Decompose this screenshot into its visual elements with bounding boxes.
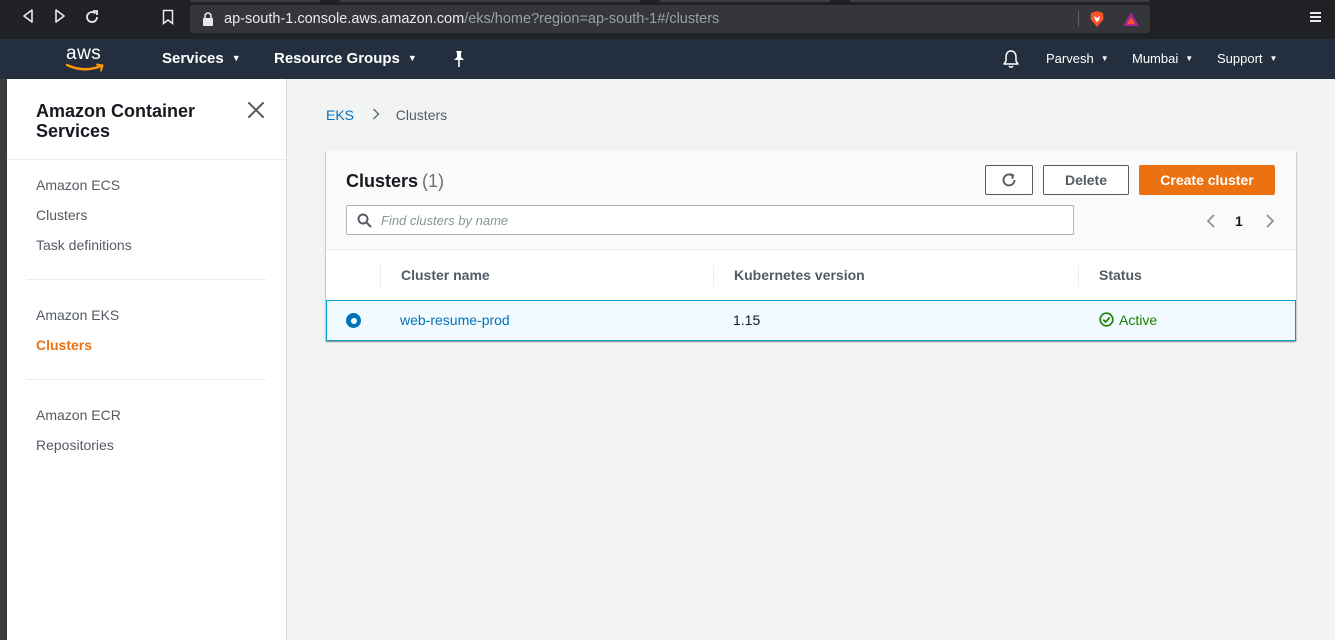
window-edge — [0, 79, 7, 640]
chevron-down-icon: ▼ — [1185, 54, 1194, 63]
support-menu[interactable]: Support ▼ — [1217, 51, 1277, 66]
page-number[interactable]: 1 — [1235, 213, 1243, 229]
side-navigation: Amazon Container Services Amazon ECS Clu… — [7, 79, 287, 640]
refresh-icon — [1002, 173, 1016, 187]
forward-icon[interactable] — [50, 9, 70, 29]
sidebar-item-ecs-clusters[interactable]: Clusters — [36, 207, 87, 223]
row-select-radio[interactable] — [346, 313, 361, 328]
panel-header: Clusters(1) Delete Create cluster 1 — [326, 151, 1296, 250]
address-bar-divider — [1078, 11, 1079, 27]
sidebar-item-task-definitions[interactable]: Task definitions — [36, 237, 132, 253]
reload-icon[interactable] — [82, 9, 102, 29]
services-menu[interactable]: Services ▼ — [162, 50, 241, 67]
refresh-button[interactable] — [985, 165, 1033, 195]
url-text: ap-south-1.console.aws.amazon.com/eks/ho… — [224, 11, 719, 27]
bell-icon[interactable] — [1002, 49, 1020, 69]
create-cluster-button[interactable]: Create cluster — [1139, 165, 1275, 195]
aws-top-navigation: aws Services ▼ Resource Groups ▼ Parvesh ▼ … — [0, 39, 1335, 79]
sidebar-item-repositories[interactable]: Repositories — [36, 437, 114, 453]
lock-icon — [203, 12, 213, 26]
pagination: 1 — [1204, 211, 1276, 231]
panel-title-text: Clusters — [346, 171, 419, 191]
column-divider — [1078, 265, 1079, 287]
chevron-down-icon: ▼ — [407, 53, 417, 63]
browser-menu-icon[interactable] — [1307, 10, 1323, 26]
status-badge: Active — [1119, 312, 1158, 328]
status-success-icon — [1099, 312, 1114, 327]
sidebar-item-eks-clusters[interactable]: Clusters — [36, 337, 92, 353]
resource-groups-menu[interactable]: Resource Groups ▼ — [274, 50, 417, 67]
panel-title: Clusters (1) — [346, 171, 444, 192]
sidebar-divider — [26, 279, 266, 280]
brave-shields-icon[interactable] — [1088, 10, 1106, 28]
aws-logo-text: aws — [66, 43, 102, 64]
sidebar-divider — [26, 379, 266, 380]
column-divider — [380, 265, 381, 287]
breadcrumb-eks[interactable]: EKS — [326, 107, 354, 123]
back-icon[interactable] — [18, 9, 38, 29]
sidebar-item-amazon-eks[interactable]: Amazon EKS — [36, 307, 119, 323]
region-menu[interactable]: Mumbai ▼ — [1132, 51, 1193, 66]
close-icon[interactable] — [247, 101, 265, 119]
account-label: Parvesh — [1046, 51, 1094, 66]
column-header-status[interactable]: Status — [1099, 251, 1142, 299]
tab-strip — [190, 0, 1150, 3]
browser-toolbar: ap-south-1.console.aws.amazon.com/eks/ho… — [0, 0, 1335, 39]
cluster-count: (1) — [422, 171, 445, 191]
breadcrumb: EKS Clusters — [326, 107, 447, 123]
search-icon — [357, 213, 372, 228]
cluster-search — [346, 205, 1074, 235]
pin-icon[interactable] — [451, 50, 467, 68]
sidebar-item-amazon-ecr[interactable]: Amazon ECR — [36, 407, 121, 423]
account-menu[interactable]: Parvesh ▼ — [1046, 51, 1109, 66]
clusters-table-panel: Clusters(1) Delete Create cluster 1 Clus… — [326, 151, 1296, 341]
aws-logo[interactable]: aws — [64, 43, 110, 75]
table-header: Cluster name Kubernetes version Status — [326, 251, 1296, 299]
chevron-down-icon: ▼ — [231, 53, 241, 63]
cluster-name-link[interactable]: web-resume-prod — [400, 312, 510, 328]
support-label: Support — [1217, 51, 1263, 66]
column-header-kubernetes-version[interactable]: Kubernetes version — [734, 251, 865, 299]
sidebar-item-amazon-ecs[interactable]: Amazon ECS — [36, 177, 120, 193]
services-label: Services — [162, 50, 224, 67]
kubernetes-version: 1.15 — [733, 312, 761, 328]
brave-rewards-icon[interactable] — [1122, 11, 1140, 27]
chevron-down-icon: ▼ — [1100, 54, 1109, 63]
breadcrumb-clusters: Clusters — [395, 107, 448, 123]
chevron-down-icon: ▼ — [1269, 54, 1278, 63]
url-host: ap-south-1.console.aws.amazon.com — [224, 11, 465, 27]
address-bar[interactable]: ap-south-1.console.aws.amazon.com/eks/ho… — [190, 5, 1150, 33]
resource-groups-label: Resource Groups — [274, 50, 400, 67]
search-input[interactable] — [381, 210, 1061, 230]
delete-button[interactable]: Delete — [1043, 165, 1129, 195]
aws-smile-icon — [65, 63, 104, 72]
chevron-right-icon[interactable] — [1263, 211, 1277, 231]
chevron-right-icon — [372, 108, 380, 123]
url-path: /eks/home?region=ap-south-1#/clusters — [464, 11, 720, 27]
table-row[interactable]: web-resume-prod 1.15 Active — [326, 300, 1296, 341]
column-header-cluster-name[interactable]: Cluster name — [401, 251, 490, 299]
region-label: Mumbai — [1132, 51, 1179, 66]
bookmark-icon[interactable] — [158, 9, 178, 29]
sidebar-divider — [7, 159, 286, 160]
column-divider — [713, 265, 714, 287]
chevron-left-icon[interactable] — [1204, 211, 1218, 231]
sidebar-title: Amazon Container Services — [36, 101, 196, 141]
